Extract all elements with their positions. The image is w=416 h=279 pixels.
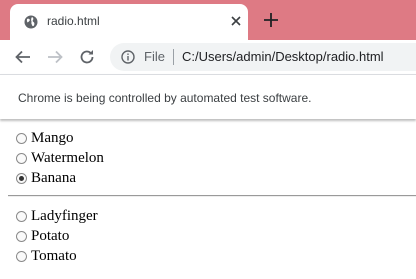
new-tab-icon[interactable] xyxy=(262,11,280,29)
tab-strip: radio.html xyxy=(0,0,416,40)
scheme-label: File xyxy=(144,49,165,64)
info-icon[interactable] xyxy=(121,50,135,64)
reload-icon[interactable] xyxy=(78,48,96,66)
forward-arrow-icon[interactable] xyxy=(46,48,64,66)
url-text[interactable]: C:/Users/admin/Desktop/radio.html xyxy=(182,49,384,64)
radio-button[interactable] xyxy=(16,230,27,242)
radio-option-potato[interactable]: Potato xyxy=(16,226,69,246)
radio-option-banana[interactable]: Banana xyxy=(16,168,76,188)
infobar-message: Chrome is being controlled by automated … xyxy=(18,91,312,105)
radio-label: Mango xyxy=(31,129,74,146)
radio-option-tomato[interactable]: Tomato xyxy=(16,246,77,266)
radio-label: Ladyfinger xyxy=(31,207,98,224)
radio-option-watermelon[interactable]: Watermelon xyxy=(16,148,104,168)
toolbar: File C:/Users/admin/Desktop/radio.html xyxy=(0,40,416,74)
omnibox-separator xyxy=(173,49,174,65)
back-arrow-icon[interactable] xyxy=(14,48,32,66)
radio-button[interactable] xyxy=(16,250,27,262)
radio-button[interactable] xyxy=(16,172,27,184)
page-content: Mango Watermelon Banana Ladyfinger Potat… xyxy=(0,122,416,279)
radio-label: Potato xyxy=(31,227,70,244)
radio-option-mango[interactable]: Mango xyxy=(16,128,74,148)
browser-tab[interactable]: radio.html xyxy=(10,4,248,40)
tab-title: radio.html xyxy=(47,14,100,28)
radio-button[interactable] xyxy=(16,132,27,144)
radio-button[interactable] xyxy=(16,210,27,222)
radio-label: Tomato xyxy=(31,247,77,264)
radio-button[interactable] xyxy=(16,152,27,164)
automation-infobar: Chrome is being controlled by automated … xyxy=(0,74,416,119)
radio-label: Banana xyxy=(31,169,76,186)
divider xyxy=(8,195,416,197)
globe-icon xyxy=(24,15,38,29)
radio-label: Watermelon xyxy=(31,149,104,166)
close-icon[interactable] xyxy=(228,13,244,29)
address-bar[interactable]: File C:/Users/admin/Desktop/radio.html xyxy=(110,43,416,71)
radio-option-ladyfinger[interactable]: Ladyfinger xyxy=(16,206,98,226)
